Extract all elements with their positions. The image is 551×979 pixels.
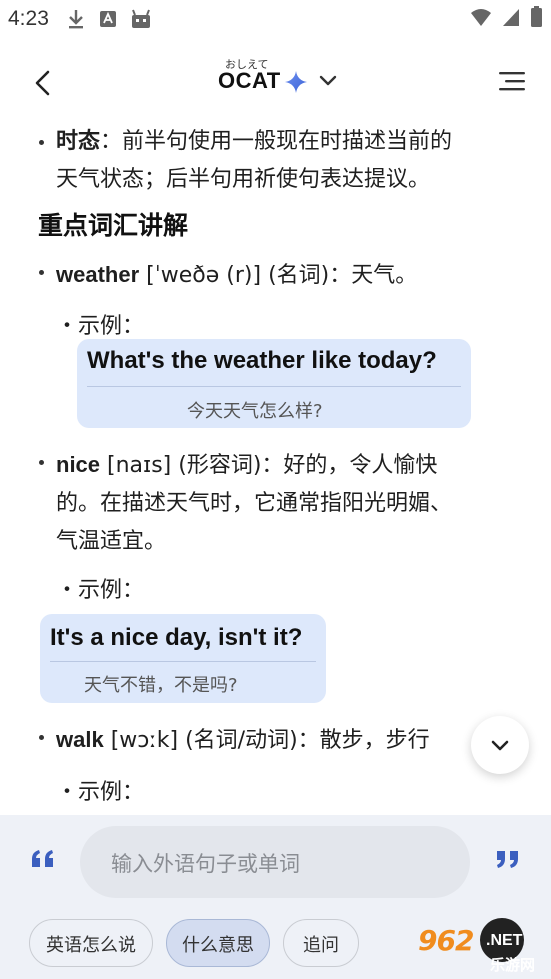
input-placeholder: 输入外语句子或单词 — [111, 852, 300, 876]
example-dot: ・ — [56, 780, 79, 805]
watermark-brand: 962 — [418, 924, 474, 957]
download-icon — [69, 10, 83, 29]
word-headword: walk — [56, 727, 104, 752]
word-definition: [wɔːk] (名词/动词)：散步，步行 — [103, 728, 430, 753]
example-label: ・示例： — [56, 308, 144, 340]
back-arrow-icon[interactable] — [28, 68, 58, 98]
sentence-input[interactable]: 输入外语句子或单词 — [80, 826, 470, 898]
example-card[interactable]: What's the weather like today? 今天天气怎么样? — [77, 339, 471, 428]
chip-label: 追问 — [303, 935, 339, 956]
site-watermark: 962 .NET 乐游网 — [412, 918, 551, 979]
word-definition: [naɪs] (形容词)：好的，令人愉快 — [100, 453, 438, 478]
app-notification-icon — [100, 11, 116, 27]
example-label: ・示例： — [56, 774, 144, 806]
bullet-dot — [39, 460, 44, 465]
sparkle-icon — [285, 71, 307, 93]
word-definition-line-3: 气温适宜。 — [56, 529, 167, 554]
chevron-down-icon — [491, 740, 509, 751]
example-translation: 天气不错，不是吗? — [84, 675, 238, 696]
word-headword: weather — [56, 262, 140, 287]
example-divider — [50, 661, 316, 662]
wifi-icon — [471, 9, 491, 26]
tense-line-2: 天气状态；后半句用祈使句表达提议。 — [56, 167, 431, 192]
chip-label: 什么意思 — [182, 935, 254, 956]
open-quote-icon[interactable] — [30, 849, 56, 869]
example-sentence: What's the weather like today? — [87, 347, 437, 374]
status-bar: 4:23 — [0, 0, 551, 40]
example-label: ・示例： — [56, 572, 144, 604]
tense-text-1: ：前半句使用一般现在时描述当前的 — [100, 129, 453, 154]
scroll-down-button[interactable] — [471, 716, 529, 774]
word-definition: [ˈweðə (r)] (名词)：天气。 — [139, 263, 418, 288]
example-label-text: 示例： — [78, 780, 145, 805]
chip-meaning[interactable]: 什么意思 — [166, 919, 270, 967]
chat-response-content: 时态：前半句使用一般现在时描述当前的 天气状态；后半句用祈使句表达提议。 重点词… — [0, 120, 551, 815]
watermark-subtitle: 乐游网 — [490, 956, 536, 974]
app-header: おしえて OCAT — [0, 40, 551, 120]
word-entry-weather: weather [ˈweðə (r)] (名词)：天气。 — [56, 257, 417, 289]
status-system-icons — [470, 6, 543, 28]
app-title-switcher[interactable]: おしえて OCAT — [205, 56, 345, 106]
screen: 4:23 おしえて OCAT 时态：前半句使用一般现在时描述当前的 天气状态；后… — [0, 0, 551, 979]
word-definition-line-2: 的。在描述天气时，它通常指阳光明媚、 — [56, 491, 453, 516]
bullet-dot — [39, 270, 44, 275]
vocab-heading: 重点词汇讲解 — [38, 211, 189, 240]
status-time: 4:23 — [8, 7, 49, 30]
watermark-suffix: .NET — [486, 932, 523, 949]
word-headword: nice — [56, 452, 101, 477]
bullet-dot — [39, 735, 44, 740]
example-dot: ・ — [56, 314, 79, 339]
example-label-text: 示例： — [78, 578, 145, 603]
signal-icon — [503, 9, 519, 26]
example-dot: ・ — [56, 578, 79, 603]
tense-label: 时态 — [56, 129, 101, 154]
menu-icon[interactable] — [499, 70, 525, 92]
example-card[interactable]: It's a nice day, isn't it? 天气不错，不是吗? — [40, 614, 326, 703]
bullet-dot — [39, 140, 44, 145]
example-translation: 今天天气怎么样? — [187, 401, 323, 422]
chevron-down-icon — [319, 75, 337, 86]
app-title: OCAT — [218, 68, 281, 93]
battery-icon — [531, 6, 542, 27]
word-entry-walk: walk [wɔːk] (名词/动词)：散步，步行 — [56, 722, 430, 754]
example-label-text: 示例： — [78, 314, 145, 339]
example-sentence: It's a nice day, isn't it? — [50, 624, 303, 651]
chip-follow-up[interactable]: 追问 — [283, 919, 359, 967]
status-notification-icons — [66, 8, 152, 30]
android-icon — [132, 9, 150, 28]
tense-line-1: 时态：前半句使用一般现在时描述当前的 — [56, 123, 452, 155]
word-entry-nice: nice [naɪs] (形容词)：好的，令人愉快 — [56, 447, 437, 479]
close-quote-icon[interactable] — [494, 849, 520, 869]
chip-how-to-say[interactable]: 英语怎么说 — [29, 919, 153, 967]
chip-label: 英语怎么说 — [46, 935, 136, 956]
example-divider — [87, 386, 461, 387]
